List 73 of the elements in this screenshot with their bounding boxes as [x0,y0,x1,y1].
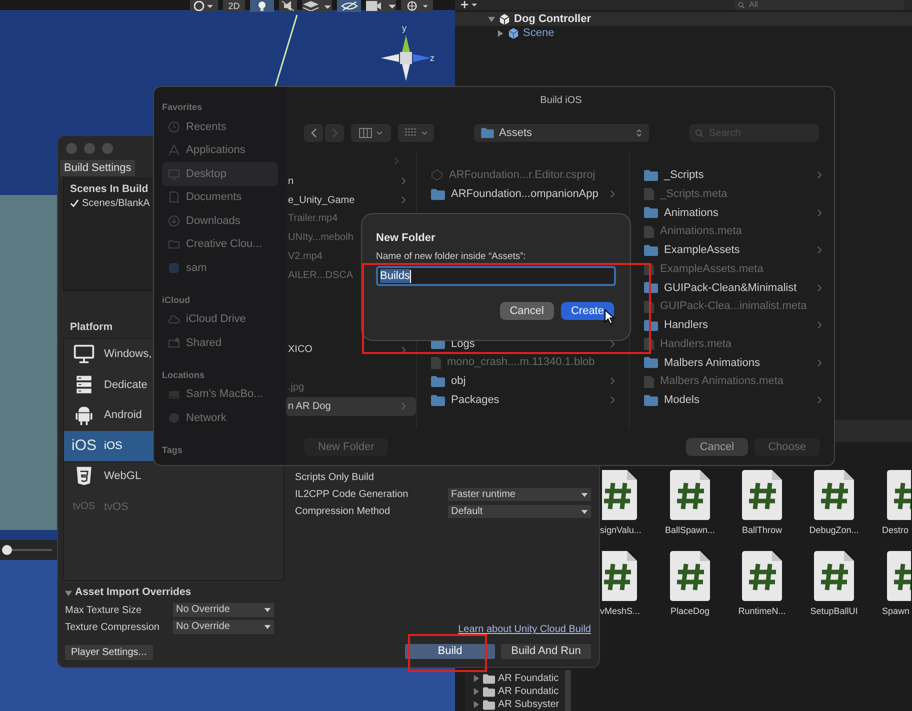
sheet-title: New Folder [376,231,436,245]
file-name: .jpg [288,381,304,396]
file-name: Models [664,393,700,408]
dropdown-value: Faster runtime [451,488,516,501]
sidebar-heading: iCloud [162,294,191,306]
file-name: e_Unity_Game [288,194,355,208]
scene-path: Scenes/BlankA [82,197,150,211]
sidebar-label: Shared [186,336,222,350]
dropdown-value: Default [451,505,483,518]
sidebar-heading: Favorites [162,101,204,114]
file-name: obj [451,374,466,390]
platform-name: Windows, [104,347,152,362]
sidebar-label: Downloads [186,214,240,228]
platform-name: tvOS [104,500,128,514]
file-name: n [288,174,294,189]
sidebar-label: Desktop [186,166,226,182]
sidebar-label: Sam’s MacBo... [186,387,263,402]
file-name: _Scripts.meta [660,186,728,202]
file-name: Animations [664,206,718,221]
sheet-prompt: Name of new folder inside “Assets”: [376,251,527,263]
file-name: Trailer.mp4 [288,212,338,226]
file-name: GUIPack-Clean&Minimalist [664,280,797,296]
tree-label: AR Foundatic [498,672,559,686]
section-heading: Platform [69,320,114,334]
field-label: Max Texture Size [65,604,143,618]
file-name: ExampleAssets.meta [660,262,764,277]
tree-label: AR Foundatic [498,685,559,699]
hierarchy-label: Dog Controller [514,12,591,27]
platform-name: WebGL [104,469,142,484]
file-name: Packages [451,392,500,408]
list-heading: Scenes In Build [70,182,150,196]
file-name: n AR Dog [288,400,331,414]
location-label: Assets [499,126,534,141]
file-name: Malbers Animations [664,356,760,371]
file-name: Animations.meta [660,224,742,240]
search-placeholder: All [749,0,758,10]
platform-name: Dedicate [104,378,148,392]
platform-name: Android [104,408,142,423]
setting-label: IL2CPP Code Generation [295,488,410,502]
dropdown-value: No Override [176,620,230,634]
tree-label: AR Subsyster [498,698,560,711]
sidebar-label: Creative Clou... [186,237,262,252]
file-name: mono_crash....m.11340.1.blob [447,355,595,370]
section-heading: Asset Import Overrides [75,585,192,600]
file-name: ARFoundation...ompanionApp [451,186,598,202]
sidebar-heading: Tags [162,444,184,457]
setting-label: Compression Method [295,505,392,519]
file-name: GUIPack-Clea...inimalist.meta [660,299,807,314]
file-name: Logs [451,336,475,352]
setting-label: Scripts Only Build [295,471,375,485]
platform-logo: tvOS [72,500,96,514]
file-name: _Scripts [664,168,704,184]
field-label: Texture Compression [65,620,160,634]
hierarchy-label: Scene [523,26,554,41]
sidebar-label: Documents [186,190,242,205]
sidebar-label: Network [186,410,226,426]
axis-label: z [430,52,434,65]
dialog-title: Build iOS [539,94,583,108]
file-name: Handlers [664,318,708,334]
axis-label: y [402,22,406,35]
dropdown-value: No Override [176,603,230,617]
sidebar-label: Applications [186,143,246,158]
sidebar-label: iCloud Drive [186,312,246,327]
file-name: ARFoundation...r.Editor.csproj [449,168,596,184]
platform-logo: iOS [71,436,96,456]
sidebar-heading: Locations [162,368,206,382]
file-name: Handlers.meta [660,336,732,352]
sidebar-label: sam [186,260,207,276]
file-name: ExampleAssets [664,243,740,258]
file-name: Malbers Animations.meta [660,374,784,390]
platform-name: iOS [104,438,122,454]
sidebar-label: Recents [186,120,226,134]
file-name: XICO [288,343,312,358]
